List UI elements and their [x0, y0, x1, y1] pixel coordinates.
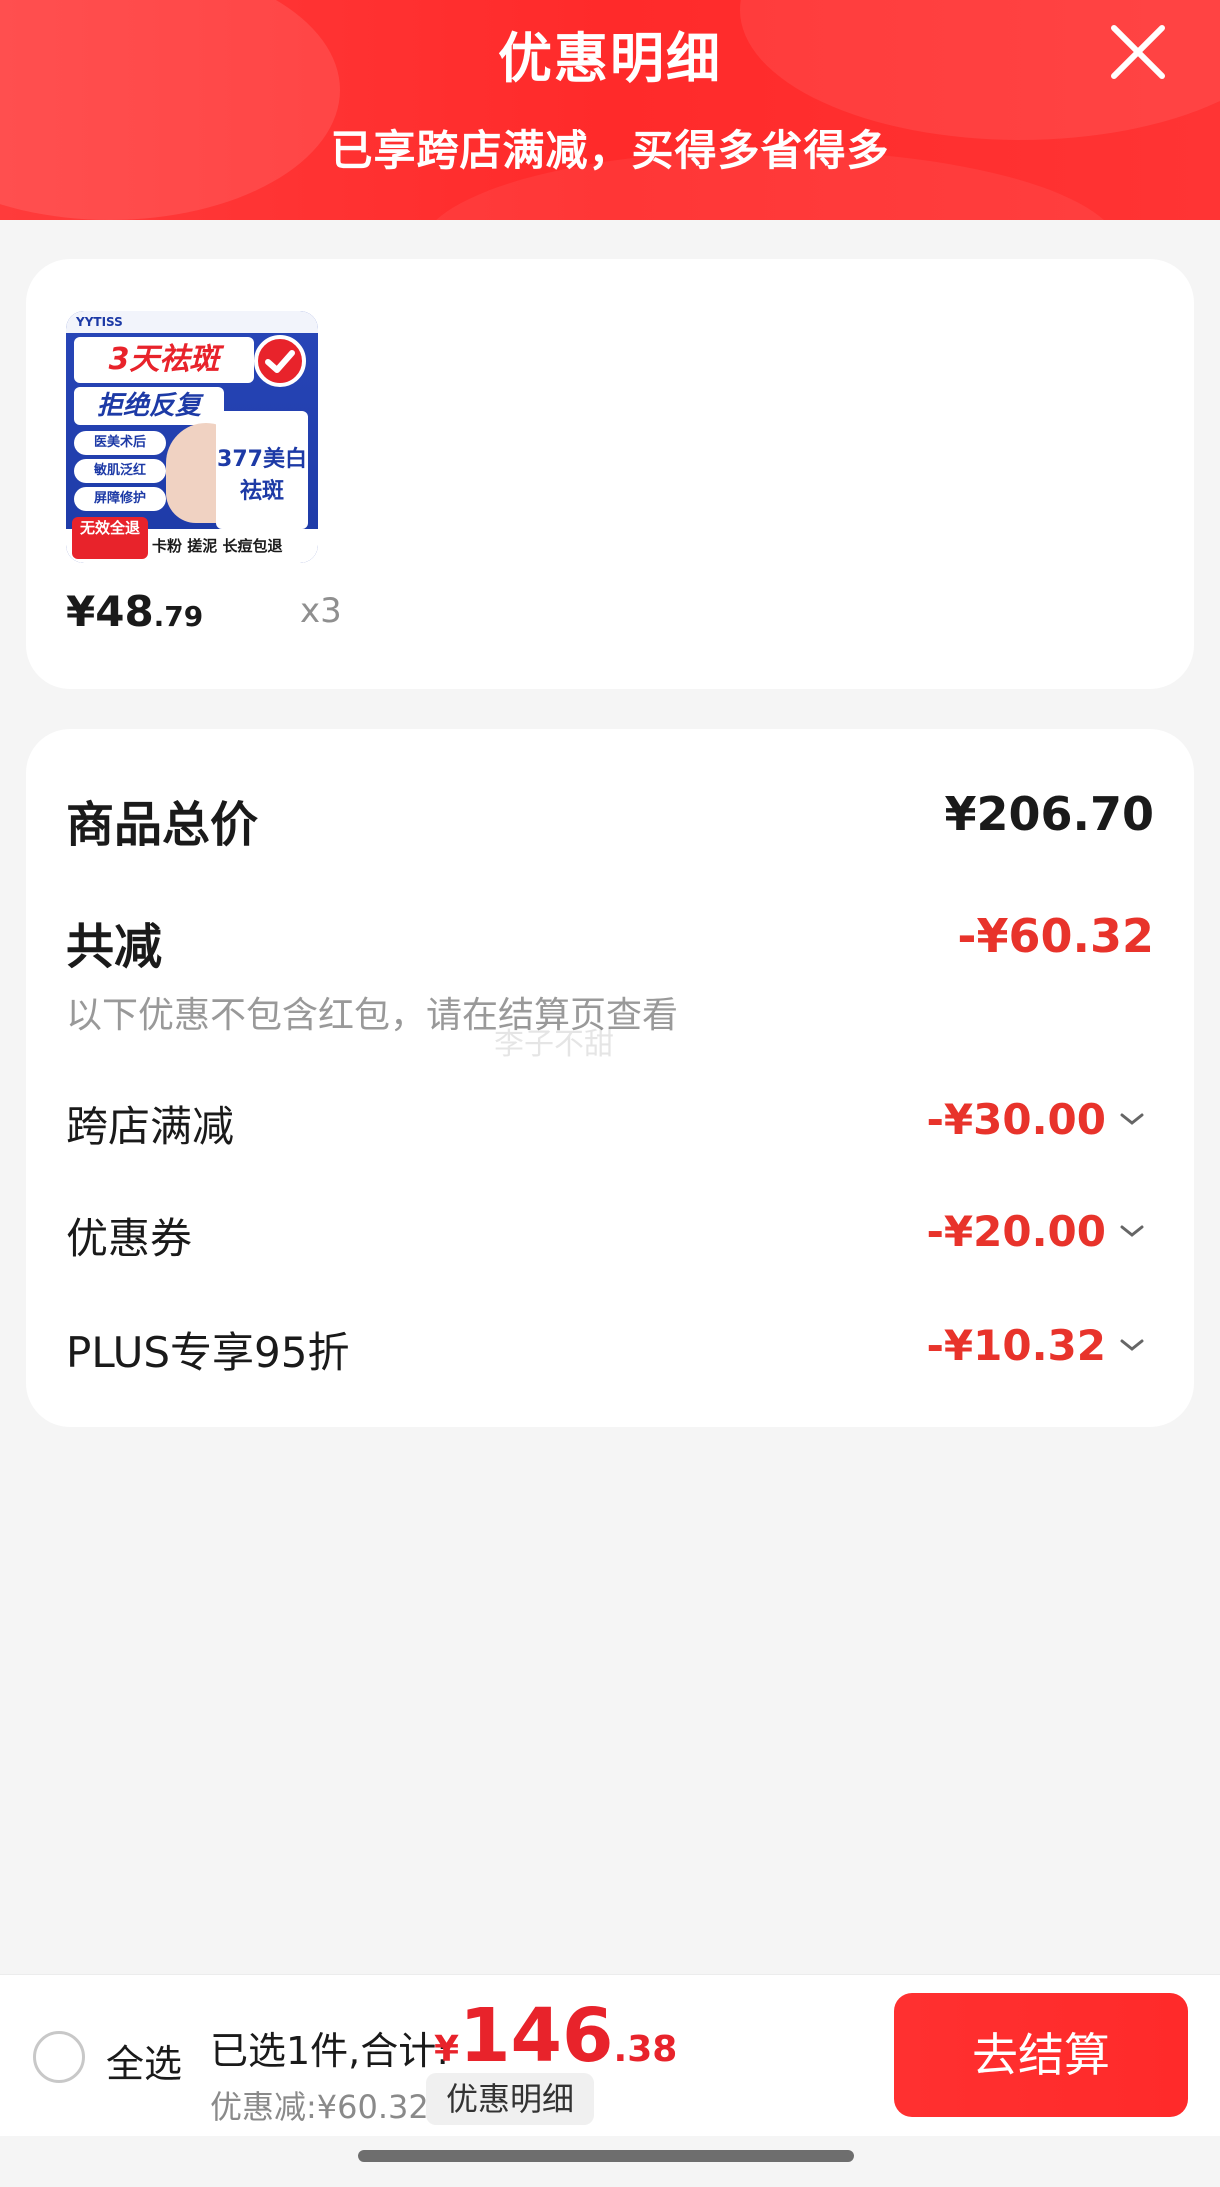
header: 优惠明细 已享跨店满减，买得多省得多 — [0, 0, 1220, 220]
discount-item-label: 优惠券 — [66, 1214, 193, 1263]
select-all-label[interactable]: 全选 — [106, 2033, 182, 2088]
chevron-down-icon[interactable] — [1118, 1217, 1146, 1245]
chevron-down-icon[interactable] — [1118, 1331, 1146, 1359]
total-value: ¥206.70 — [944, 787, 1154, 841]
select-all-radio[interactable] — [33, 2031, 85, 2083]
watermark: 李子不甜 — [494, 1027, 614, 1062]
page-subtitle: 已享跨店满减，买得多省得多 — [330, 126, 890, 175]
chevron-down-icon[interactable] — [1118, 1105, 1146, 1133]
checkout-bar: 全选 已选1件,合计: ¥146.38 优惠减:¥60.32 优惠明细 去结算 — [0, 1974, 1220, 2136]
discount-label: 共减 — [66, 919, 163, 975]
refund-badge: 无效全退 — [72, 517, 148, 559]
check-icon — [254, 335, 306, 387]
saved-amount: 优惠减:¥60.32 — [210, 2088, 429, 2126]
home-indicator — [358, 2150, 854, 2162]
page-title: 优惠明细 — [498, 27, 722, 90]
product-price: ¥48.79 — [66, 587, 203, 636]
total-label: 商品总价 — [66, 797, 259, 853]
price-main: ¥48 — [66, 587, 154, 636]
selected-count-text: 已选1件,合计: — [210, 2029, 450, 2073]
product-quantity: x3 — [300, 591, 342, 631]
product-card: YYTISS 3天祛斑 拒绝反复 医美术后 敏肌泛红 屏障修护 377美白祛斑 … — [26, 259, 1194, 689]
product-image[interactable]: YYTISS 3天祛斑 拒绝反复 医美术后 敏肌泛红 屏障修护 377美白祛斑 … — [66, 311, 318, 563]
total-integer: 146 — [459, 1993, 614, 2079]
total-amount: ¥146.38 — [434, 1993, 677, 2079]
checkout-button[interactable]: 去结算 — [894, 1993, 1188, 2117]
discount-item-label: PLUS专享95折 — [66, 1328, 350, 1377]
product-box: 377美白祛斑 — [216, 411, 308, 529]
total-decimal: .38 — [613, 2029, 678, 2070]
discount-item-value: -¥30.00 — [926, 1095, 1106, 1144]
discount-detail-button[interactable]: 优惠明细 — [426, 2073, 594, 2125]
product-subhead: 拒绝反复 — [74, 387, 224, 425]
discount-summary-card: 商品总价 ¥206.70 共减 -¥60.32 以下优惠不包含红包，请在结算页查… — [26, 729, 1194, 1427]
product-tag: 医美术后 — [74, 431, 166, 455]
close-icon — [1111, 25, 1165, 79]
price-cents: .79 — [153, 600, 204, 633]
discount-item-label: 跨店满减 — [66, 1102, 235, 1151]
discount-item-value: -¥20.00 — [926, 1207, 1106, 1256]
product-brand: YYTISS — [66, 311, 318, 333]
discount-item-value: -¥10.32 — [926, 1321, 1106, 1370]
product-tag: 屏障修护 — [74, 487, 166, 511]
product-tag: 敏肌泛红 — [74, 459, 166, 483]
total-yen: ¥ — [434, 2029, 460, 2070]
close-button[interactable] — [1108, 22, 1168, 82]
discount-value: -¥60.32 — [957, 909, 1154, 963]
product-headline: 3天祛斑 — [74, 337, 254, 383]
